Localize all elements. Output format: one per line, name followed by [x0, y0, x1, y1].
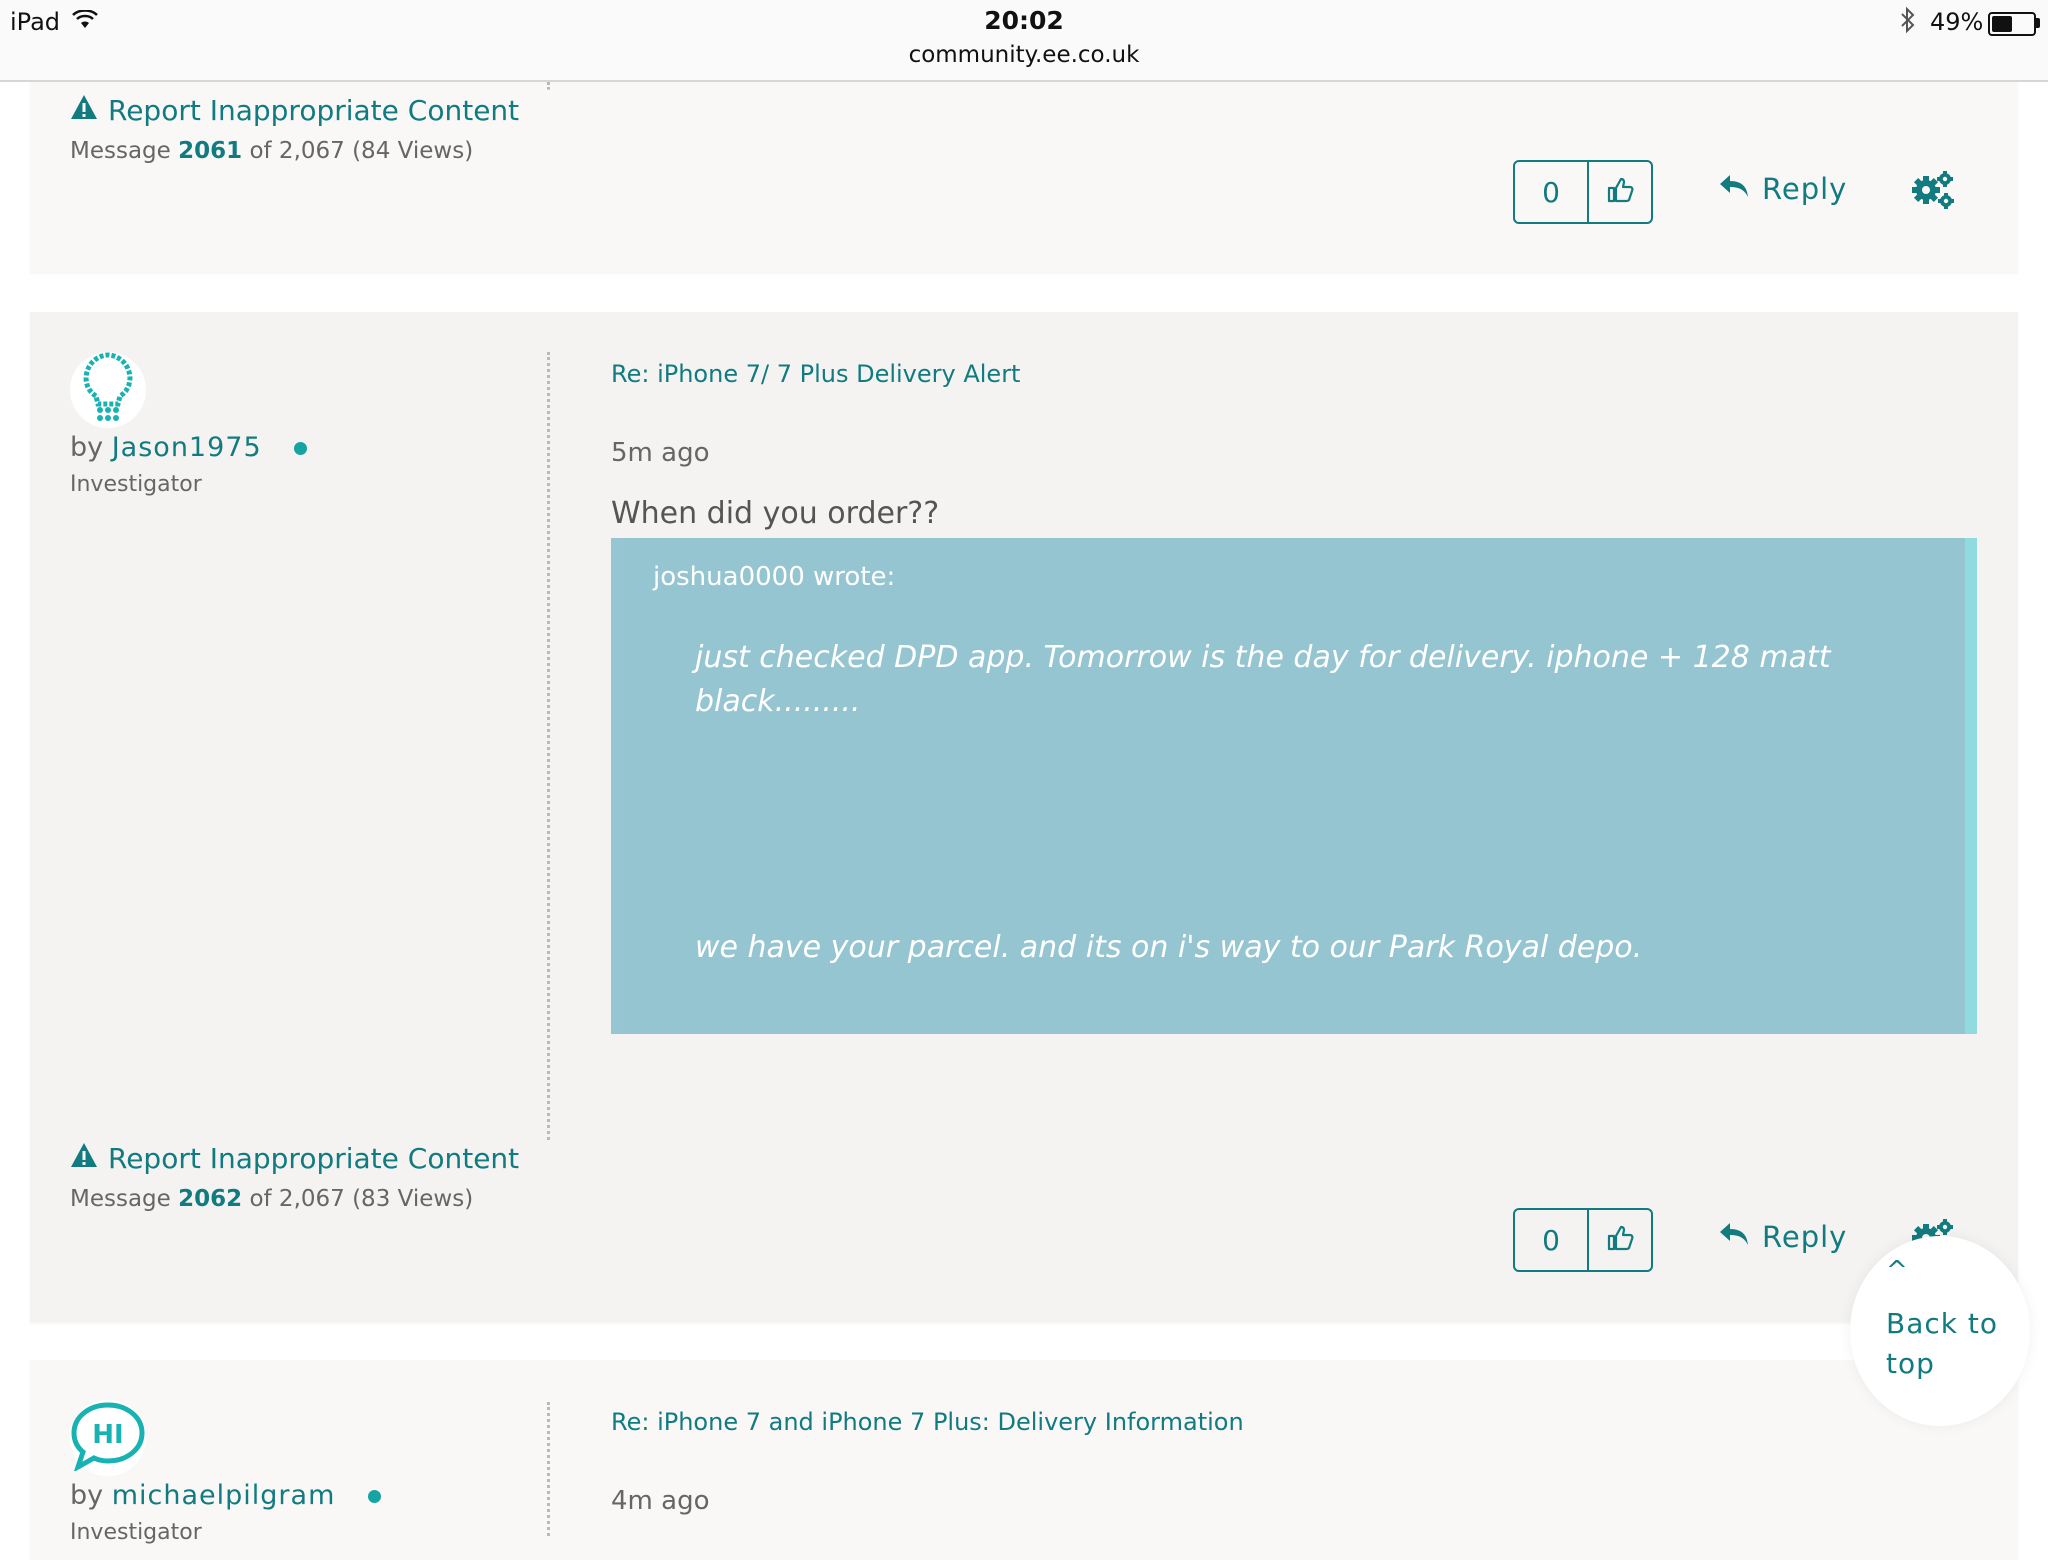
clock-time: 20:02 [984, 6, 1064, 35]
post-timestamp: 4m ago [611, 1486, 710, 1516]
browser-status-bar: iPad 20:02 community.ee.co.uk 49% [0, 0, 2048, 82]
battery-icon [1988, 12, 2036, 36]
bluetooth-icon [1898, 6, 1918, 41]
reply-arrow-icon [1718, 1220, 1750, 1254]
post-divider [547, 1402, 550, 1536]
avatar[interactable]: HI [70, 1400, 146, 1476]
kudos-widget: 0 [1513, 160, 1653, 224]
reply-button[interactable]: Reply [1718, 172, 1847, 206]
message-number[interactable]: 2061 [178, 138, 242, 164]
reply-arrow-icon [1718, 172, 1750, 206]
by-label: by [70, 432, 104, 463]
options-gear-icon[interactable] [1912, 170, 1956, 214]
reply-label: Reply [1762, 1220, 1848, 1254]
warning-icon [70, 1142, 98, 1175]
thumbs-up-icon [1606, 176, 1634, 208]
kudos-count: 0 [1515, 1210, 1589, 1270]
quote-text-1: just checked DPD app. Tomorrow is the da… [695, 640, 1831, 719]
kudos-button[interactable] [1589, 1210, 1651, 1270]
kudos-count: 0 [1515, 162, 1589, 222]
message-views: of 2,067 (84 Views) [249, 138, 474, 164]
post-body: When did you order?? [611, 496, 940, 531]
quote-author: joshua0000 wrote: [653, 562, 896, 592]
back-to-top-label: Back to top [1886, 1307, 1998, 1380]
author-name[interactable]: Jason1975 [112, 432, 262, 463]
post-subject[interactable]: Re: iPhone 7/ 7 Plus Delivery Alert [611, 360, 1020, 388]
message-prefix: Message [70, 1186, 171, 1212]
message-views: of 2,067 (83 Views) [249, 1186, 474, 1212]
battery-percent: 49% [1930, 8, 1984, 36]
message-info: Message 2062 of 2,067 (83 Views) [70, 1186, 473, 1212]
author-name[interactable]: michaelpilgram [112, 1480, 336, 1511]
report-label: Report Inappropriate Content [108, 94, 520, 127]
lightbulb-icon [80, 352, 136, 428]
message-info: Message 2061 of 2,067 (84 Views) [70, 138, 473, 164]
hi-speech-bubble-icon: HI [70, 1401, 146, 1475]
reply-button[interactable]: Reply [1718, 1220, 1847, 1254]
report-link[interactable]: Report Inappropriate Content [70, 94, 519, 127]
online-status-icon [294, 442, 308, 455]
author-byline: by michaelpilgram [70, 1480, 381, 1511]
post-divider [547, 82, 550, 90]
post-card-next [30, 1360, 2018, 1560]
warning-icon [70, 94, 98, 127]
author-rank: Investigator [70, 472, 202, 497]
kudos-button[interactable] [1589, 162, 1651, 222]
reply-label: Reply [1762, 172, 1848, 206]
quote-block: joshua0000 wrote: just checked DPD app. … [611, 538, 1977, 1034]
post-subject[interactable]: Re: iPhone 7 and iPhone 7 Plus: Delivery… [611, 1408, 1244, 1436]
report-label: Report Inappropriate Content [108, 1142, 520, 1175]
back-to-top-button[interactable]: ^ Back to top [1850, 1236, 2030, 1426]
message-number[interactable]: 2062 [178, 1186, 242, 1212]
chevron-up-icon: ^ [1886, 1256, 1908, 1286]
online-status-icon [367, 1490, 381, 1503]
message-prefix: Message [70, 138, 171, 164]
kudos-widget: 0 [1513, 1208, 1653, 1272]
post-timestamp: 5m ago [611, 438, 710, 468]
battery-fill [1992, 16, 2012, 32]
report-link[interactable]: Report Inappropriate Content [70, 1142, 519, 1175]
author-byline: by Jason1975 [70, 432, 308, 463]
author-rank: Investigator [70, 1520, 202, 1545]
avatar-text: HI [92, 1420, 123, 1450]
quote-text-2: we have your parcel. and its on i's way … [695, 930, 1643, 965]
by-label: by [70, 1480, 104, 1511]
battery-tip [2036, 18, 2040, 28]
address-bar-url[interactable]: community.ee.co.uk [0, 42, 2048, 68]
post-divider [547, 352, 550, 1140]
avatar[interactable] [70, 352, 146, 428]
thumbs-up-icon [1606, 1224, 1634, 1256]
